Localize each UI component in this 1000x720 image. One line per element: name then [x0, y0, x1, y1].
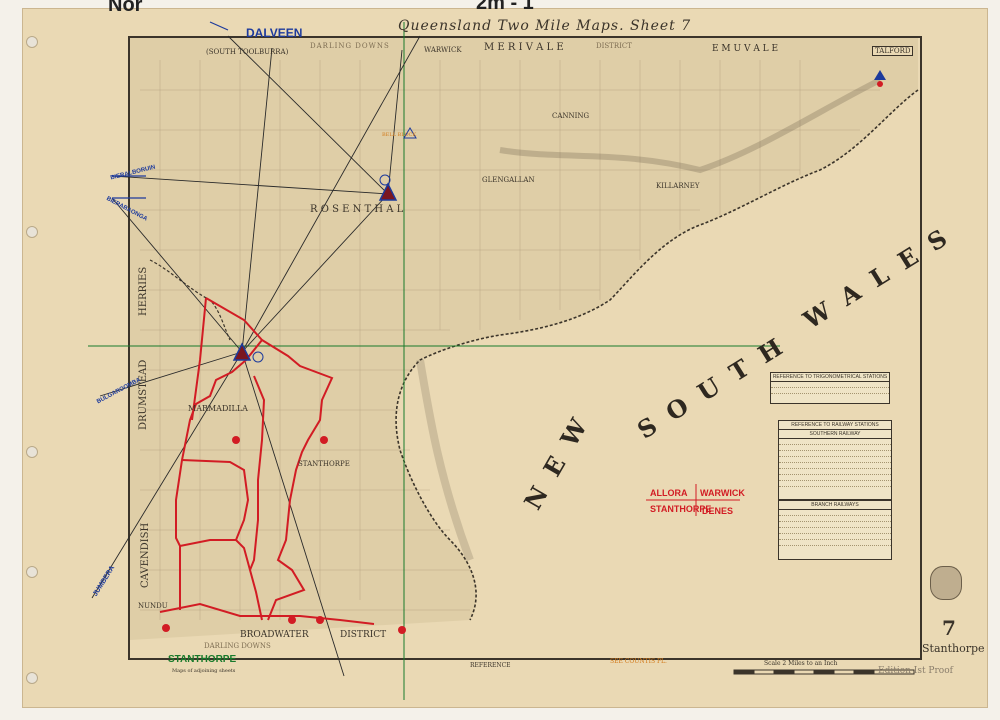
sheet-name: Stanthorpe	[922, 642, 985, 655]
label-talford: TALFORD	[872, 46, 914, 56]
label-warwick-rail: WARWICK	[700, 488, 745, 498]
label-canning: CANNING	[552, 112, 590, 120]
coat-of-arms-emblem	[930, 566, 962, 600]
label-emu-vale: E M U V A L E	[712, 44, 779, 54]
label-glengallan: GLENGALLAN	[482, 176, 535, 184]
table-trig-title: REFERENCE TO TRIGONOMETRICAL STATIONS	[771, 374, 889, 382]
map-canvas	[88, 21, 919, 700]
label-drumstead: DRUMSTEAD	[138, 359, 149, 430]
label-marmadilla: MARMADILLA	[188, 404, 248, 413]
scale-label: Scale 2 Miles to an Inch	[764, 660, 838, 667]
handwritten-corner: Nor	[108, 0, 143, 16]
table-railway-title: REFERENCE TO RAILWAY STATIONS	[779, 421, 891, 430]
label-dalveen: DALVEEN	[246, 26, 303, 40]
label-darling-downs-bottom: DARLING DOWNS	[204, 642, 271, 650]
label-red-note: SEE COUNTIS PL.	[610, 658, 667, 665]
label-rosenthal: R O S E N T H A L	[310, 204, 404, 215]
label-district: DISTRICT	[596, 42, 632, 50]
legend-title: REFERENCE	[470, 662, 511, 669]
table-trig-stations: REFERENCE TO TRIGONOMETRICAL STATIONS	[770, 372, 890, 404]
label-nundu: NUNDU	[138, 602, 168, 610]
label-district-bottom: DISTRICT	[340, 630, 387, 640]
table-railway-stations: REFERENCE TO RAILWAY STATIONS SOUTHERN R…	[778, 420, 892, 500]
label-warwick: WARWICK	[424, 46, 462, 54]
label-stanthorpe-green: STANTHORPE	[168, 654, 237, 665]
table-branch-title: BRANCH RAILWAYS	[779, 501, 891, 510]
index-label: Maps of adjoining sheets	[172, 668, 236, 674]
table-railway-subtitle: SOUTHERN RAILWAY	[779, 430, 891, 439]
map-title: Queensland Two Mile Maps. Sheet 7	[398, 18, 692, 34]
label-south-toolburra: (SOUTH TOOLBURRA)	[206, 48, 289, 56]
label-cavendish: CAVENDISH	[140, 522, 151, 588]
label-stanthorpe-parish: STANTHORPE	[298, 460, 350, 468]
label-allora: ALLORA	[650, 488, 688, 498]
label-denes: DENES	[702, 506, 734, 516]
label-merivale: M E R I V A L E	[484, 42, 564, 53]
table-branch-railways: BRANCH RAILWAYS	[778, 500, 892, 560]
label-broadwater: BROADWATER	[240, 630, 309, 640]
handwritten-title: 2m - 1	[476, 0, 534, 14]
edition-stamp: Edition Ist Proof	[878, 666, 953, 676]
label-herries: HERRIES	[138, 266, 149, 316]
label-killarney: KILLARNEY	[656, 182, 700, 190]
label-darling-downs: DARLING DOWNS	[310, 42, 390, 50]
sheet-number: 7	[942, 616, 956, 640]
label-trig: BELL BLOCK	[382, 132, 417, 138]
